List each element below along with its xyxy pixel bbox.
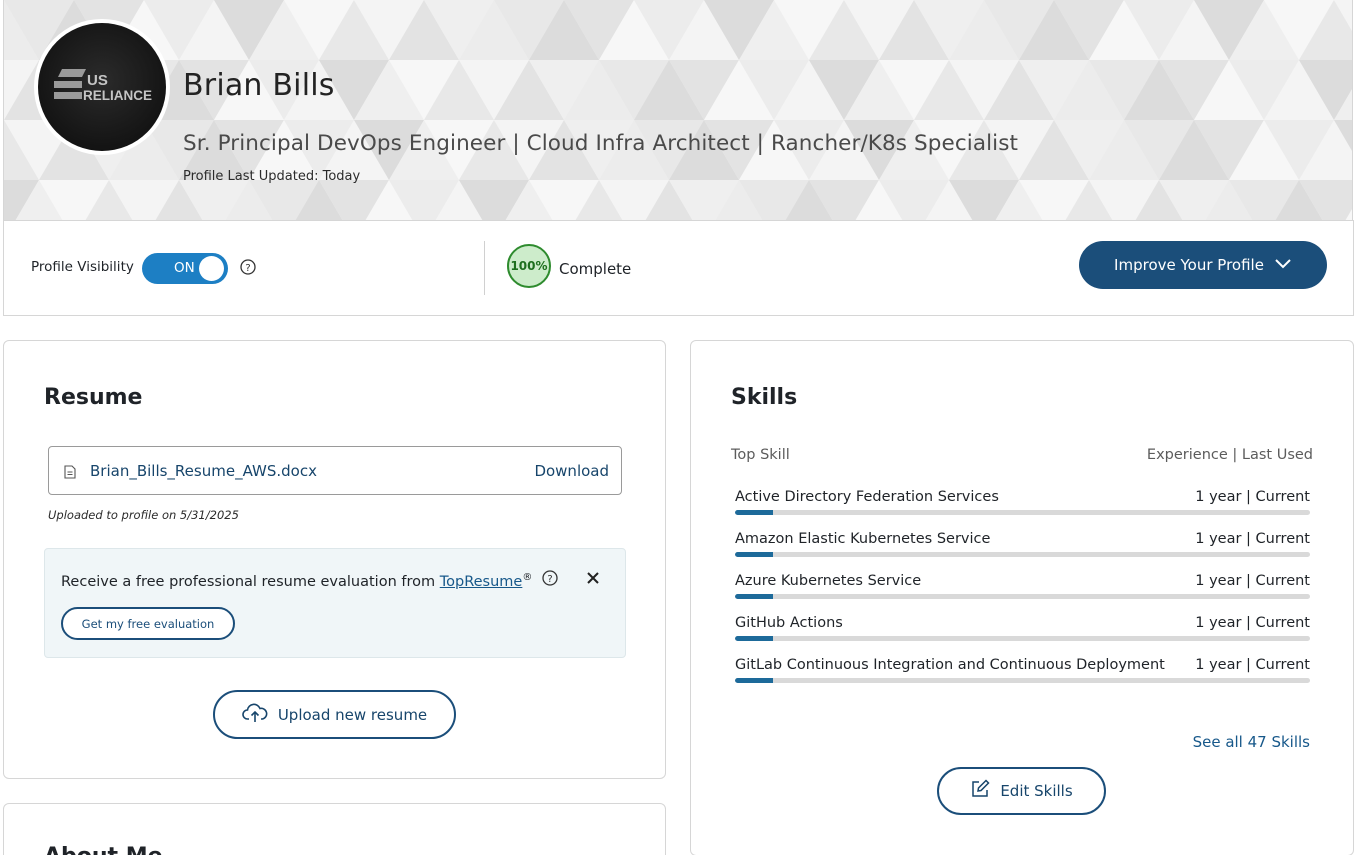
skill-name: GitHub Actions xyxy=(735,615,843,631)
completeness-percent: 100% xyxy=(510,259,548,273)
toggle-state-text: ON xyxy=(174,260,195,276)
help-icon[interactable]: ? xyxy=(239,258,257,280)
skills-column-top-skill: Top Skill xyxy=(731,447,790,463)
skill-level-fill xyxy=(735,510,773,515)
skill-level-bar xyxy=(735,594,1310,599)
resume-uploaded-date: Uploaded to profile on 5/31/2025 xyxy=(48,508,239,522)
skill-experience: 1 year | Current xyxy=(1195,531,1310,547)
skill-row: Azure Kubernetes Service 1 year | Curren… xyxy=(735,573,1310,603)
visibility-label: Profile Visibility xyxy=(31,259,134,275)
svg-text:?: ? xyxy=(547,574,552,585)
toggle-knob xyxy=(199,256,224,281)
about-me-title: About Me xyxy=(44,844,163,855)
skill-name: Amazon Elastic Kubernetes Service xyxy=(735,531,991,547)
skill-level-fill xyxy=(735,552,773,557)
logo-text-reliance: RELIANCE xyxy=(83,88,152,103)
evaluation-text: Receive a free professional resume evalu… xyxy=(61,572,532,590)
upload-resume-button[interactable]: Upload new resume xyxy=(213,690,456,739)
resume-file-row: Brian_Bills_Resume_AWS.docx Download xyxy=(48,446,622,495)
profile-visibility-bar: Profile Visibility ON ? 100% Complete Im… xyxy=(3,220,1354,316)
skill-level-bar xyxy=(735,510,1310,515)
skill-experience: 1 year | Current xyxy=(1195,489,1310,505)
skill-name: Active Directory Federation Services xyxy=(735,489,999,505)
skill-row: Active Directory Federation Services 1 y… xyxy=(735,489,1310,519)
skill-row: Amazon Elastic Kubernetes Service 1 year… xyxy=(735,531,1310,561)
edit-icon xyxy=(970,779,990,803)
upload-resume-label: Upload new resume xyxy=(277,705,428,724)
skills-card: Skills Top Skill Experience | Last Used … xyxy=(690,340,1354,855)
skill-level-bar xyxy=(735,636,1310,641)
profile-last-updated: Profile Last Updated: Today xyxy=(183,169,361,184)
svg-text:?: ? xyxy=(245,263,250,274)
skill-row: GitHub Actions 1 year | Current xyxy=(735,615,1310,645)
banner-background-pattern xyxy=(4,0,1352,221)
download-link[interactable]: Download xyxy=(534,462,609,480)
completeness-label: Complete xyxy=(559,260,632,278)
registered-mark: ® xyxy=(522,572,533,583)
company-logo: US RELIANCE xyxy=(52,67,152,111)
resume-evaluation-banner: Receive a free professional resume evalu… xyxy=(44,548,626,658)
vertical-divider xyxy=(484,241,485,295)
completeness-badge: 100% xyxy=(507,244,551,288)
skill-row: GitLab Continuous Integration and Contin… xyxy=(735,657,1310,687)
see-all-skills-link[interactable]: See all 47 Skills xyxy=(1193,733,1310,751)
skill-level-bar xyxy=(735,552,1310,557)
improve-profile-button[interactable]: Improve Your Profile xyxy=(1079,241,1327,289)
cloud-upload-icon xyxy=(242,703,268,727)
improve-profile-label: Improve Your Profile xyxy=(1114,256,1264,274)
chevron-down-icon xyxy=(1274,256,1292,274)
skills-title: Skills xyxy=(731,385,798,410)
visibility-toggle[interactable]: ON xyxy=(142,253,228,284)
avatar[interactable]: US RELIANCE xyxy=(38,23,166,151)
resume-card: Resume Brian_Bills_Resume_AWS.docx Downl… xyxy=(3,340,666,779)
edit-skills-label: Edit Skills xyxy=(1000,782,1073,800)
skill-level-bar xyxy=(735,678,1310,683)
profile-headline: Sr. Principal DevOps Engineer | Cloud In… xyxy=(183,131,1019,156)
skill-experience: 1 year | Current xyxy=(1195,615,1310,631)
resume-title: Resume xyxy=(44,385,143,410)
close-icon[interactable] xyxy=(586,570,600,589)
profile-name: Brian Bills xyxy=(183,68,335,103)
about-me-card: About Me xyxy=(3,803,666,855)
skill-experience: 1 year | Current xyxy=(1195,573,1310,589)
skill-level-fill xyxy=(735,636,773,641)
skill-name: Azure Kubernetes Service xyxy=(735,573,922,589)
skill-level-fill xyxy=(735,594,773,599)
profile-banner: US RELIANCE Brian Bills Sr. Principal De… xyxy=(3,0,1353,221)
skills-column-experience: Experience | Last Used xyxy=(1146,447,1313,463)
evaluation-text-body: Receive a free professional resume evalu… xyxy=(61,573,440,590)
edit-skills-button[interactable]: Edit Skills xyxy=(937,767,1106,815)
logo-text-us: US xyxy=(87,72,108,89)
get-free-evaluation-button[interactable]: Get my free evaluation xyxy=(61,607,235,640)
resume-file-name[interactable]: Brian_Bills_Resume_AWS.docx xyxy=(90,462,317,480)
document-icon xyxy=(64,464,76,483)
help-icon[interactable]: ? xyxy=(541,569,559,591)
skill-level-fill xyxy=(735,678,773,683)
skill-experience: 1 year | Current xyxy=(1195,657,1310,673)
skill-name: GitLab Continuous Integration and Contin… xyxy=(735,657,1165,673)
topresume-link[interactable]: TopResume xyxy=(440,574,523,590)
